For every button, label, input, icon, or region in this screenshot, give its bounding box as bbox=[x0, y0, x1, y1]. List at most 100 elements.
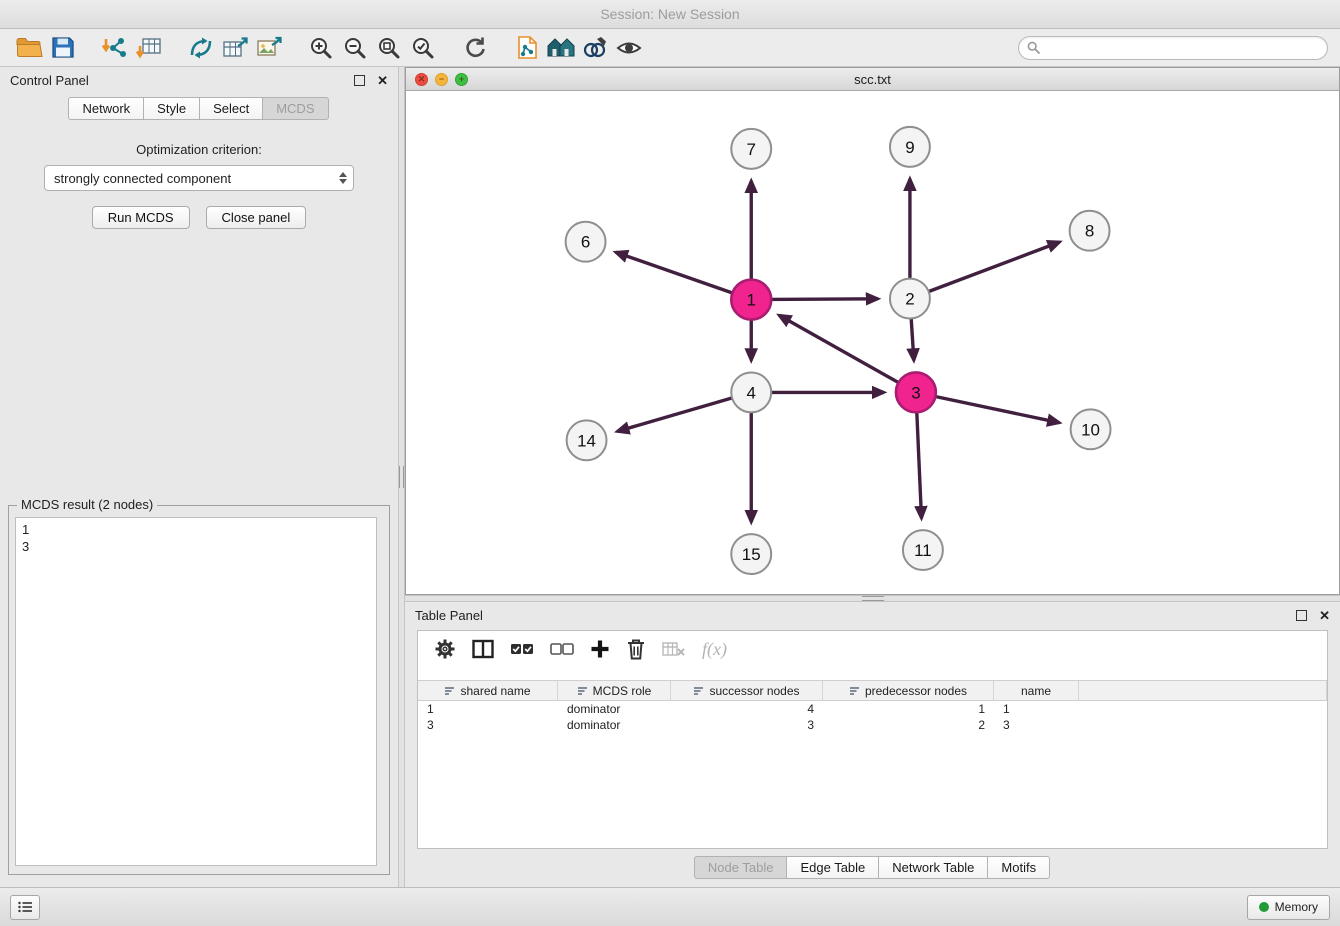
column-header-successor-nodes[interactable]: successor nodes bbox=[671, 681, 823, 700]
column-icon bbox=[577, 686, 588, 696]
graph-node[interactable]: 3 bbox=[896, 372, 936, 412]
network-graph[interactable]: 7 9 6 8 1 2 4 3 14 10 15 11 bbox=[406, 91, 1339, 594]
task-history-button[interactable] bbox=[10, 895, 40, 920]
list-icon bbox=[18, 901, 33, 913]
control-panel-tabs: Network Style Select MCDS bbox=[0, 97, 398, 120]
column-header-predecessor-nodes[interactable]: predecessor nodes bbox=[823, 681, 994, 700]
tab-network[interactable]: Network bbox=[68, 97, 144, 120]
network-view-window: scc.txt ✕ − + 7968124314101511 bbox=[405, 67, 1340, 595]
graph-node-label: 1 bbox=[747, 291, 756, 310]
memory-status-icon bbox=[1259, 902, 1269, 912]
cell-predecessor-nodes: 1 bbox=[823, 701, 994, 717]
show-graphics-details-icon[interactable] bbox=[612, 33, 646, 63]
graph-node[interactable]: 9 bbox=[890, 127, 930, 167]
zoom-fit-icon[interactable] bbox=[372, 33, 406, 63]
search-input[interactable] bbox=[1045, 40, 1319, 56]
graph-node[interactable]: 6 bbox=[566, 222, 606, 262]
cell-name: 1 bbox=[994, 701, 1079, 717]
column-header-mcds-role[interactable]: MCDS role bbox=[558, 681, 671, 700]
network-tools-icon[interactable] bbox=[184, 33, 218, 63]
float-table-panel-icon[interactable] bbox=[1296, 610, 1307, 621]
style-editor-icon[interactable] bbox=[578, 33, 612, 63]
cell-shared-name: 1 bbox=[418, 701, 558, 717]
create-column-icon[interactable] bbox=[590, 639, 610, 659]
deselect-all-rows-icon[interactable] bbox=[550, 641, 574, 657]
search-box[interactable] bbox=[1018, 36, 1328, 60]
cell-name: 3 bbox=[994, 717, 1079, 733]
graph-node[interactable]: 8 bbox=[1070, 211, 1110, 251]
graph-node-label: 15 bbox=[742, 545, 761, 564]
minimize-window-icon[interactable]: − bbox=[435, 73, 448, 86]
column-icon bbox=[444, 686, 455, 696]
close-window-icon[interactable]: ✕ bbox=[415, 73, 428, 86]
cell-successor-nodes: 4 bbox=[671, 701, 823, 717]
function-builder-icon: f(x) bbox=[702, 639, 727, 660]
import-table-icon[interactable] bbox=[132, 33, 166, 63]
close-panel-button[interactable]: Close panel bbox=[206, 206, 307, 229]
column-header-name[interactable]: name bbox=[994, 681, 1079, 700]
mcds-result-list: 1 3 bbox=[15, 517, 377, 866]
zoom-out-icon[interactable] bbox=[338, 33, 372, 63]
graph-node[interactable]: 4 bbox=[731, 372, 771, 412]
horizontal-splitter[interactable] bbox=[405, 595, 1340, 602]
mcds-result-title: MCDS result (2 nodes) bbox=[17, 497, 157, 512]
graph-node[interactable]: 7 bbox=[731, 129, 771, 169]
close-panel-icon[interactable]: ✕ bbox=[377, 74, 388, 87]
memory-button[interactable]: Memory bbox=[1247, 895, 1330, 920]
window-title: Session: New Session bbox=[600, 6, 739, 22]
graph-node-label: 6 bbox=[581, 233, 590, 252]
delete-column-icon[interactable] bbox=[626, 638, 646, 660]
main-toolbar bbox=[0, 29, 1340, 67]
vertical-splitter[interactable] bbox=[398, 67, 405, 887]
save-session-icon[interactable] bbox=[46, 33, 80, 63]
cell-mcds-role: dominator bbox=[558, 717, 671, 733]
cell-shared-name: 3 bbox=[418, 717, 558, 733]
control-panel-header: Control Panel ✕ bbox=[0, 67, 398, 93]
tab-network-table[interactable]: Network Table bbox=[878, 856, 988, 879]
graph-node[interactable]: 10 bbox=[1071, 409, 1111, 449]
home-icon[interactable] bbox=[544, 33, 578, 63]
zoom-window-icon[interactable]: + bbox=[455, 73, 468, 86]
graph-node-label: 14 bbox=[577, 431, 596, 450]
export-table-icon[interactable] bbox=[218, 33, 252, 63]
tab-select[interactable]: Select bbox=[199, 97, 263, 120]
optimization-criterion-label: Optimization criterion: bbox=[0, 142, 398, 157]
network-from-selection-icon[interactable] bbox=[510, 33, 544, 63]
table-empty-area bbox=[418, 733, 1327, 848]
float-panel-icon[interactable] bbox=[354, 75, 365, 86]
tab-mcds[interactable]: MCDS bbox=[262, 97, 328, 120]
criterion-dropdown[interactable]: strongly connected component bbox=[44, 165, 354, 191]
mcds-result-group: MCDS result (2 nodes) 1 3 bbox=[8, 505, 390, 875]
tab-node-table[interactable]: Node Table bbox=[694, 856, 788, 879]
network-canvas[interactable]: 7 9 6 8 1 2 4 3 14 10 15 11 bbox=[406, 91, 1339, 594]
column-header-filler bbox=[1079, 681, 1327, 700]
table-row[interactable]: 1 dominator 4 1 1 bbox=[418, 701, 1327, 717]
dropdown-stepper-icon bbox=[339, 172, 347, 184]
zoom-in-icon[interactable] bbox=[304, 33, 338, 63]
select-all-rows-icon[interactable] bbox=[510, 641, 534, 657]
graph-node[interactable]: 15 bbox=[731, 534, 771, 574]
run-mcds-button[interactable]: Run MCDS bbox=[92, 206, 190, 229]
open-session-icon[interactable] bbox=[12, 33, 46, 63]
refresh-view-icon[interactable] bbox=[458, 33, 492, 63]
zoom-selected-icon[interactable] bbox=[406, 33, 440, 63]
close-table-panel-icon[interactable]: ✕ bbox=[1319, 609, 1330, 622]
graph-node[interactable]: 14 bbox=[567, 420, 607, 460]
tab-motifs[interactable]: Motifs bbox=[987, 856, 1050, 879]
graph-node[interactable]: 2 bbox=[890, 279, 930, 319]
table-settings-icon[interactable] bbox=[434, 638, 456, 660]
table-row[interactable]: 3 dominator 3 2 3 bbox=[418, 717, 1327, 733]
export-image-icon[interactable] bbox=[252, 33, 286, 63]
graph-node[interactable]: 11 bbox=[903, 530, 943, 570]
graph-node[interactable]: 1 bbox=[731, 280, 771, 320]
graph-node-label: 9 bbox=[905, 138, 914, 157]
tab-edge-table[interactable]: Edge Table bbox=[786, 856, 879, 879]
window-titlebar: Session: New Session bbox=[0, 0, 1340, 29]
column-header-shared-name[interactable]: shared name bbox=[418, 681, 558, 700]
split-panel-icon[interactable] bbox=[472, 639, 494, 659]
tab-style[interactable]: Style bbox=[143, 97, 200, 120]
mcds-result-value: 1 bbox=[22, 521, 370, 538]
graph-node-label: 4 bbox=[747, 383, 756, 402]
import-network-icon[interactable] bbox=[98, 33, 132, 63]
cell-successor-nodes: 3 bbox=[671, 717, 823, 733]
